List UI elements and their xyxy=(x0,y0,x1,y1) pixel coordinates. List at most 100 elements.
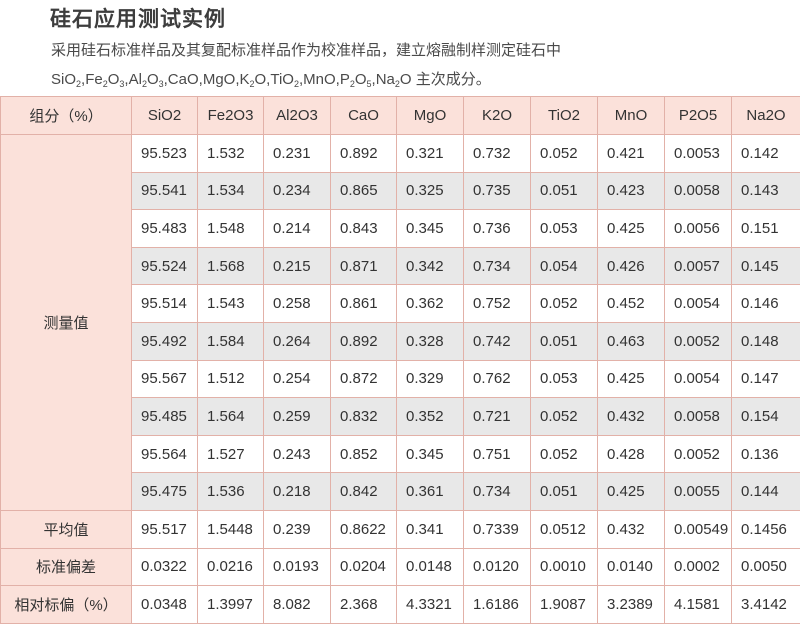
table-cell: 95.483 xyxy=(131,209,198,248)
table-cell: 95.514 xyxy=(131,284,198,323)
table-cell: 0.0002 xyxy=(664,547,732,587)
table-cell: 0.053 xyxy=(530,359,598,399)
table-cell: 0.264 xyxy=(263,321,331,361)
table-cell: 0.0054 xyxy=(664,284,732,323)
summary-row: 相对标偏（%） 0.0348 1.3997 8.082 2.368 4.3321 1.618… xyxy=(0,585,800,624)
table-cell: 1.527 xyxy=(197,434,264,474)
column-header: K2O xyxy=(463,96,531,135)
table-cell: 0.0204 xyxy=(330,547,397,587)
table-cell: 0.258 xyxy=(263,284,331,323)
table-cell: 0.051 xyxy=(530,321,598,361)
table-cell: 0.143 xyxy=(731,171,800,211)
table-cell: 0.052 xyxy=(530,434,598,474)
table-cell: 0.352 xyxy=(396,397,464,436)
column-header: SiO2 xyxy=(131,96,198,135)
table-cell: 0.452 xyxy=(597,284,665,323)
table-cell: 0.259 xyxy=(263,397,331,436)
measured-label: 测量值 xyxy=(0,134,132,511)
table-cell: 0.842 xyxy=(330,472,397,511)
table-cell: 0.321 xyxy=(396,134,464,173)
table-cell: 0.0058 xyxy=(664,171,732,211)
table-cell: 4.1581 xyxy=(664,585,732,624)
table-cell: 1.548 xyxy=(197,209,264,248)
table-cell: 0.0216 xyxy=(197,547,264,587)
summary-row: 平均值 95.517 1.5448 0.239 0.8622 0.341 0.7339 0.0… xyxy=(0,509,800,549)
table-cell: 0.052 xyxy=(530,284,598,323)
table-cell: 0.146 xyxy=(731,284,800,323)
table-cell: 0.0055 xyxy=(664,472,732,511)
table-cell: 0.362 xyxy=(396,284,464,323)
column-header: Fe2O3 xyxy=(197,96,264,135)
table-cell: 1.536 xyxy=(197,472,264,511)
summary-row: 标准偏差 0.0322 0.0216 0.0193 0.0204 0.0148 0.0120… xyxy=(0,547,800,587)
table-cell: 0.432 xyxy=(597,397,665,436)
description-line-2: SiO2,Fe2O3,Al2O3,CaO,MgO,K2O,TiO2,MnO,P2… xyxy=(51,71,491,89)
table-cell: 0.865 xyxy=(330,171,397,211)
table-cell: 0.0058 xyxy=(664,397,732,436)
table-cell: 0.421 xyxy=(597,134,665,173)
table-cell: 3.2389 xyxy=(597,585,665,624)
table-cell: 0.145 xyxy=(731,246,800,286)
table-cell: 4.3321 xyxy=(396,585,464,624)
table-cell: 0.154 xyxy=(731,397,800,436)
table-cell: 0.254 xyxy=(263,359,331,399)
table-cell: 0.7339 xyxy=(463,509,531,549)
table-cell: 0.151 xyxy=(731,209,800,248)
table-cell: 0.734 xyxy=(463,246,531,286)
table-cell: 0.341 xyxy=(396,509,464,549)
table-cell: 0.218 xyxy=(263,472,331,511)
table-cell: 0.148 xyxy=(731,321,800,361)
table-cell: 0.735 xyxy=(463,171,531,211)
table-cell: 0.231 xyxy=(263,134,331,173)
description-line-1: 采用硅石标准样品及其复配标准样品作为校准样品，建立熔融制样测定硅石中 xyxy=(51,42,562,59)
table-cell: 0.054 xyxy=(530,246,598,286)
table-cell: 0.0512 xyxy=(530,509,598,549)
column-header: MnO xyxy=(597,96,665,135)
summary-label: 平均值 xyxy=(0,509,132,549)
table-cell: 0.0052 xyxy=(664,434,732,474)
table-cell: 0.0057 xyxy=(664,246,732,286)
table-cell: 0.872 xyxy=(330,359,397,399)
table-cell: 0.751 xyxy=(463,434,531,474)
table-cell: 0.329 xyxy=(396,359,464,399)
table-cell: 0.052 xyxy=(530,134,598,173)
table-cell: 0.0052 xyxy=(664,321,732,361)
table-cell: 0.8622 xyxy=(330,509,397,549)
table-cell: 0.871 xyxy=(330,246,397,286)
table-cell: 1.3997 xyxy=(197,585,264,624)
table-cell: 2.368 xyxy=(330,585,397,624)
table-cell: 1.534 xyxy=(197,171,264,211)
table-cell: 95.541 xyxy=(131,171,198,211)
corner-header: 组分（%） xyxy=(0,96,132,135)
table-cell: 0.00549 xyxy=(664,509,732,549)
table-cell: 0.425 xyxy=(597,209,665,248)
table-cell: 0.742 xyxy=(463,321,531,361)
table-cell: 0.736 xyxy=(463,209,531,248)
table-cell: 0.425 xyxy=(597,359,665,399)
table-cell: 0.051 xyxy=(530,472,598,511)
table-cell: 1.6186 xyxy=(463,585,531,624)
table-cell: 1.512 xyxy=(197,359,264,399)
table-cell: 95.485 xyxy=(131,397,198,436)
table-cell: 0.0010 xyxy=(530,547,598,587)
table-cell: 0.0140 xyxy=(597,547,665,587)
summary-label: 相对标偏（%） xyxy=(0,585,132,624)
table-cell: 0.0193 xyxy=(263,547,331,587)
table-cell: 0.243 xyxy=(263,434,331,474)
column-header: CaO xyxy=(330,96,397,135)
column-header: Al2O3 xyxy=(263,96,331,135)
table-cell: 0.147 xyxy=(731,359,800,399)
table-cell: 95.524 xyxy=(131,246,198,286)
description: 采用硅石标准样品及其复配标准样品作为校准样品，建立熔融制样测定硅石中 SiO2,… xyxy=(51,36,771,94)
table-cell: 1.543 xyxy=(197,284,264,323)
table-cell: 1.564 xyxy=(197,397,264,436)
table-cell: 95.475 xyxy=(131,472,198,511)
table-cell: 0.843 xyxy=(330,209,397,248)
table-cell: 0.0348 xyxy=(131,585,198,624)
table-cell: 1.532 xyxy=(197,134,264,173)
table-cell: 0.0322 xyxy=(131,547,198,587)
summary-label: 标准偏差 xyxy=(0,547,132,587)
table-cell: 0.892 xyxy=(330,321,397,361)
table-cell: 0.1456 xyxy=(731,509,800,549)
table-cell: 0.852 xyxy=(330,434,397,474)
